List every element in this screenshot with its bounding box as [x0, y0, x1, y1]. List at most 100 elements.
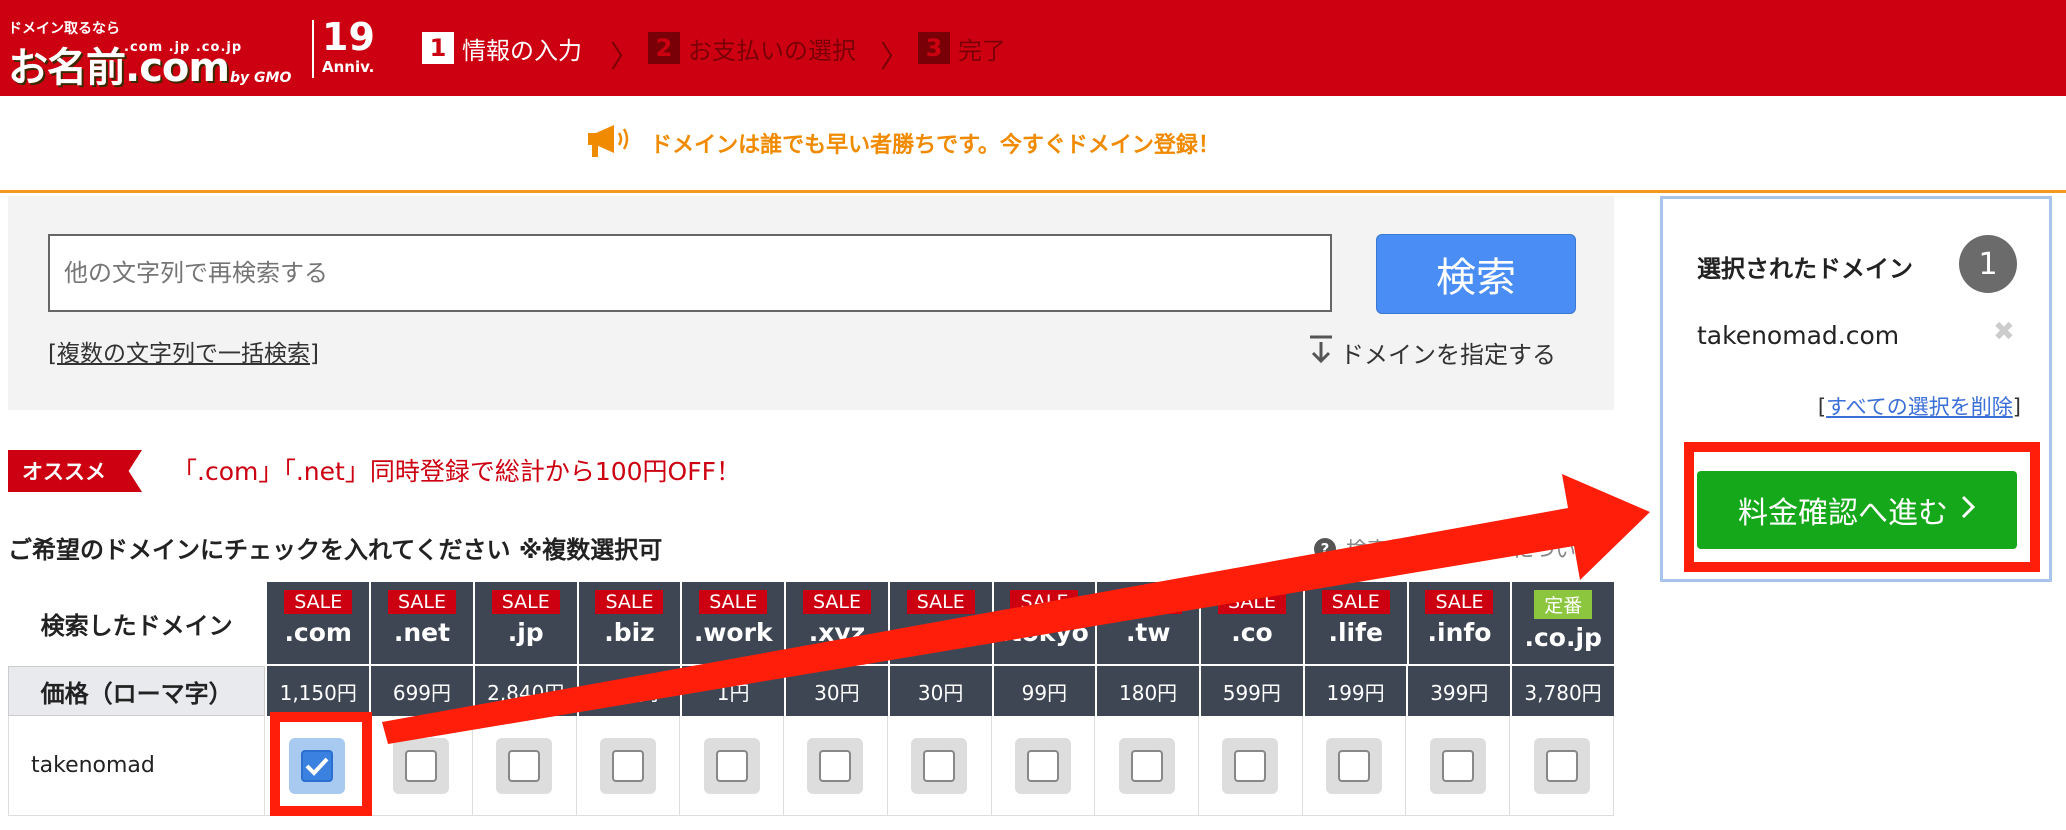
checkbox-tw[interactable]	[1118, 737, 1175, 794]
checkbox-xyz[interactable]	[807, 737, 864, 794]
step-number: 1	[422, 32, 454, 64]
checkbox-box	[715, 749, 748, 782]
step-number: 3	[918, 32, 950, 64]
checkbox-co[interactable]	[1222, 737, 1279, 794]
tld-label: .info	[1427, 618, 1492, 647]
checkbox-work[interactable]	[703, 737, 760, 794]
checkbox-info[interactable]	[1429, 737, 1486, 794]
checkbox-biz[interactable]	[599, 737, 656, 794]
checkbox-net[interactable]	[392, 737, 449, 794]
price-cell: 1,150円	[265, 666, 370, 716]
checkbox-box	[1234, 749, 1267, 782]
checkbox-life[interactable]	[1326, 737, 1383, 794]
price-cell: 699円	[369, 666, 473, 716]
step-1: 1 情報の入力	[422, 30, 582, 66]
checkbox-box	[923, 749, 956, 782]
anniversary-number: 19	[322, 15, 375, 59]
selected-count-badge: 1	[1959, 235, 2017, 293]
price-cell: 2,840円	[472, 666, 577, 716]
promo-text: 「.com」「.net」同時登録で総計から100円OFF！	[172, 457, 741, 486]
anniversary-text: Anniv.	[322, 58, 375, 76]
checkbox-co-jp[interactable]	[1533, 737, 1590, 794]
notice-bar: ドメインは誰でも早い者勝ちです。今すぐドメイン登録！	[0, 96, 2066, 193]
checkbox-box	[1441, 749, 1474, 782]
tld-label: .co.jp	[1524, 623, 1602, 652]
selected-domains-title: 選択されたドメイン	[1697, 255, 1913, 283]
step-3: 3 完了	[918, 30, 1006, 66]
standard-badge: 定番	[1534, 590, 1593, 619]
sale-badge: SALE	[284, 590, 353, 614]
domain-table: 検索したドメイン SALE .com SALE .net SALE .jp SALE.…	[8, 582, 1615, 816]
search-panel: 検索 [複数の文字列で一括検索] ドメインを指定する	[8, 196, 1614, 410]
checkbox-box	[1545, 749, 1578, 782]
search-input[interactable]	[48, 234, 1332, 312]
price-cell: 199円	[1302, 666, 1407, 716]
tld-label: .xyz	[808, 618, 866, 647]
specify-domain-label: ドメインを指定する	[1340, 340, 1556, 369]
notice-text: ドメインは誰でも早い者勝ちです。今すぐドメイン登録！	[650, 133, 1220, 158]
megaphone-icon	[586, 123, 636, 163]
search-button[interactable]: 検索	[1376, 234, 1576, 314]
sale-badge: SALE	[595, 590, 664, 614]
checkbox-jp[interactable]	[496, 737, 553, 794]
price-cell: 30円	[784, 666, 888, 716]
price-cell: 1円	[680, 666, 785, 716]
price-header: 価格（ローマ字）	[8, 666, 266, 716]
tld-label: .jp	[507, 618, 544, 647]
bulk-search-label: 複数の文字列で一括検索	[56, 341, 310, 367]
checkbox-site[interactable]	[911, 737, 968, 794]
step-label: 情報の入力	[462, 36, 582, 65]
sale-badge: SALE	[491, 590, 560, 614]
site-header: ドメイン取るなら .com .jp .co.jp お名前.com by GMO …	[0, 0, 2066, 96]
price-cell: 30円	[887, 666, 992, 716]
checkbox-box	[819, 749, 852, 782]
download-arrow-icon	[1308, 334, 1334, 370]
search-term-label: takenomad	[8, 716, 266, 816]
highlight-box-checkbox	[270, 712, 372, 816]
checkbox-box	[404, 749, 437, 782]
search-icon-help-link[interactable]: ? 検索結果アイコンについて	[1314, 534, 1596, 564]
bulk-search-link[interactable]: [複数の文字列で一括検索]	[48, 334, 319, 368]
step-number: 2	[648, 32, 680, 64]
price-cell: 300円	[576, 666, 681, 716]
onamae-logo[interactable]: ドメイン取るなら .com .jp .co.jp お名前.com by GMO	[8, 12, 308, 88]
tld-label: .work	[693, 618, 773, 647]
chevron-right-icon: 〉	[880, 40, 910, 75]
price-row: 価格（ローマ字） 1,150円 699円 2,840円 300円 1円 30円 …	[8, 664, 1614, 716]
checkbox-box	[611, 749, 644, 782]
close-icon[interactable]: ✖	[1993, 317, 2015, 347]
sale-badge: SALE	[387, 590, 456, 614]
sale-badge: SALE	[906, 590, 975, 614]
checkbox-tokyo[interactable]	[1014, 737, 1071, 794]
sale-badge: SALE	[1010, 590, 1079, 614]
tld-label: .tw	[1125, 618, 1171, 647]
tld-label: .life	[1328, 618, 1383, 647]
searched-domain-header: 検索したドメイン	[40, 611, 233, 640]
logo-main: お名前.com	[8, 45, 230, 91]
tld-label: .com	[284, 618, 352, 647]
clear-all-label: すべての選択を削除	[1826, 395, 2013, 419]
instruction-text: ご希望のドメインにチェックを入れてください ※複数選択可	[8, 536, 663, 564]
sale-badge: SALE	[1114, 590, 1183, 614]
help-label: 検索結果アイコンについて	[1346, 538, 1597, 562]
step-2: 2 お支払いの選択	[648, 30, 856, 66]
chevron-right-icon: 〉	[610, 40, 640, 75]
question-icon: ?	[1314, 538, 1336, 560]
clear-all-link[interactable]: [すべての選択を削除]	[1818, 391, 2021, 421]
price-cell: 599円	[1198, 666, 1303, 716]
selected-domain-name: takenomad.com	[1697, 321, 1900, 350]
highlight-box-proceed	[1684, 442, 2040, 572]
tld-label: .tokyo	[1000, 618, 1089, 647]
sale-badge: SALE	[1217, 590, 1286, 614]
price-cell: 180円	[1095, 666, 1199, 716]
sale-badge: SALE	[1425, 590, 1494, 614]
step-label: 完了	[958, 36, 1006, 65]
checkbox-box	[1130, 749, 1163, 782]
tld-label: .co	[1231, 618, 1273, 647]
price-cell: 3,780円	[1510, 666, 1614, 716]
recommend-badge: オススメ	[8, 450, 142, 492]
price-cell: 99円	[991, 666, 1096, 716]
checkbox-box	[1338, 749, 1371, 782]
logo-tagline: ドメイン取るなら	[8, 21, 120, 37]
specify-domain-link[interactable]: ドメインを指定する	[1308, 334, 1556, 370]
